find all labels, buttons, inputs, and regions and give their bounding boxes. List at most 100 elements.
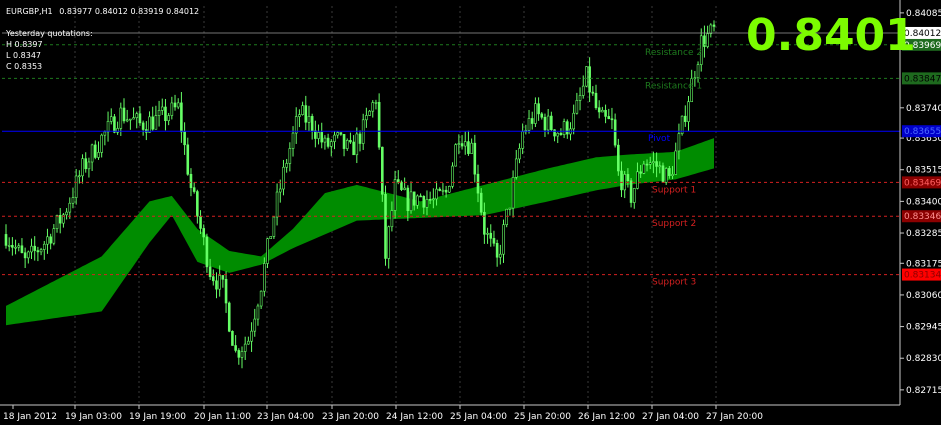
candle-body <box>505 208 509 225</box>
candle-body <box>227 302 231 332</box>
candle-body <box>664 168 668 183</box>
price-tick-label: 0.82945 <box>906 323 941 333</box>
candle-body <box>617 144 620 172</box>
candle-body <box>585 66 588 87</box>
candle-body <box>167 115 170 121</box>
candle-body <box>250 330 253 342</box>
candle-body <box>49 236 52 244</box>
candle-body <box>349 140 352 143</box>
candle-body <box>288 148 292 164</box>
candle-body <box>473 142 477 175</box>
candle-body <box>467 141 470 154</box>
candle-body <box>253 318 257 332</box>
candle-body <box>514 158 518 178</box>
candle-body <box>90 144 94 163</box>
candle-body <box>460 143 464 147</box>
candle-body <box>151 116 155 130</box>
candle-body <box>658 165 662 168</box>
time-tick-label: 19 Jan 19:00 <box>129 412 186 422</box>
candle-body <box>52 228 56 244</box>
candle-body <box>294 116 298 134</box>
candle-body <box>17 245 21 248</box>
candle-body <box>278 188 282 193</box>
candle-body <box>416 195 419 206</box>
candle-body <box>81 158 84 177</box>
candle-body <box>55 215 59 229</box>
candle-body <box>272 216 276 237</box>
candle-body <box>269 236 273 239</box>
time-tick-label: 24 Jan 12:00 <box>386 412 443 422</box>
candle-body <box>224 279 228 304</box>
candle-body <box>14 246 17 249</box>
candle-body <box>406 187 410 211</box>
candle-body <box>39 249 43 253</box>
candle-body <box>218 275 221 290</box>
candle-body <box>36 250 40 253</box>
candle-body <box>495 243 499 258</box>
candle-body <box>205 236 209 268</box>
candle-body <box>298 114 301 117</box>
price-tick-label: 0.83175 <box>906 259 941 269</box>
candle-body <box>78 175 81 178</box>
candle-body <box>534 103 537 124</box>
candle-body <box>237 350 241 358</box>
time-tick-label: 27 Jan 04:00 <box>642 412 699 422</box>
candle-body <box>282 166 285 190</box>
candle-body <box>125 119 129 122</box>
candle-body <box>339 132 343 135</box>
candle-body <box>138 113 142 124</box>
candle-body <box>626 174 630 182</box>
candle-body <box>365 115 368 121</box>
candle-body <box>454 144 457 167</box>
price-tick-label: 0.83515 <box>906 166 941 176</box>
candle-body <box>87 161 91 170</box>
candle-body <box>358 133 362 144</box>
candle-body <box>550 115 553 131</box>
yesterday-high: H 0.8397 <box>6 40 43 49</box>
candle-body <box>422 195 426 208</box>
candle-body <box>483 211 486 235</box>
candle-body <box>74 175 78 198</box>
candle-body <box>696 64 700 79</box>
candle-body <box>412 191 416 206</box>
candle-body <box>632 188 636 203</box>
candle-body <box>129 118 132 121</box>
candle-body <box>148 116 151 133</box>
candle-body <box>556 132 560 137</box>
candle-body <box>109 116 113 122</box>
level-tag-pivot: 0.83655 <box>904 127 941 137</box>
level-label-support-3: Support 3 <box>652 278 696 288</box>
candle-body <box>438 188 442 191</box>
candle-body <box>610 118 614 121</box>
price-chart[interactable]: Resistance 2 Resistance 1 Pivot Support 1 Su… <box>0 0 941 425</box>
candle-body <box>476 173 480 194</box>
candle-body <box>154 115 158 130</box>
candle-body <box>604 109 607 117</box>
candle-body <box>71 197 75 204</box>
candle-body <box>285 163 288 168</box>
candle-body <box>457 143 461 145</box>
candle-body <box>329 141 333 147</box>
candle-body <box>68 202 72 213</box>
candle-body <box>199 216 202 229</box>
time-tick-label: 18 Jan 2012 <box>3 412 57 422</box>
level-tag-support-3: 0.83134 <box>904 271 941 281</box>
yesterday-title: Yesterday quotations: <box>6 29 93 38</box>
candle-body <box>326 137 330 147</box>
candle-body <box>221 275 225 280</box>
candle-body <box>27 251 30 259</box>
candle-body <box>451 165 454 187</box>
candle-body <box>103 131 107 136</box>
candle-body <box>196 191 199 217</box>
candle-body <box>247 340 250 345</box>
time-tick-label: 26 Jan 12:00 <box>578 412 635 422</box>
candle-body <box>183 131 186 146</box>
candle-body <box>683 115 687 122</box>
candle-body <box>591 91 595 94</box>
candle-body <box>508 207 512 210</box>
candle-body <box>655 161 658 167</box>
price-tick-label: 0.83060 <box>906 291 941 301</box>
candle-body <box>176 102 180 108</box>
candle-body <box>180 102 183 133</box>
time-tick-label: 23 Jan 20:00 <box>322 412 379 422</box>
